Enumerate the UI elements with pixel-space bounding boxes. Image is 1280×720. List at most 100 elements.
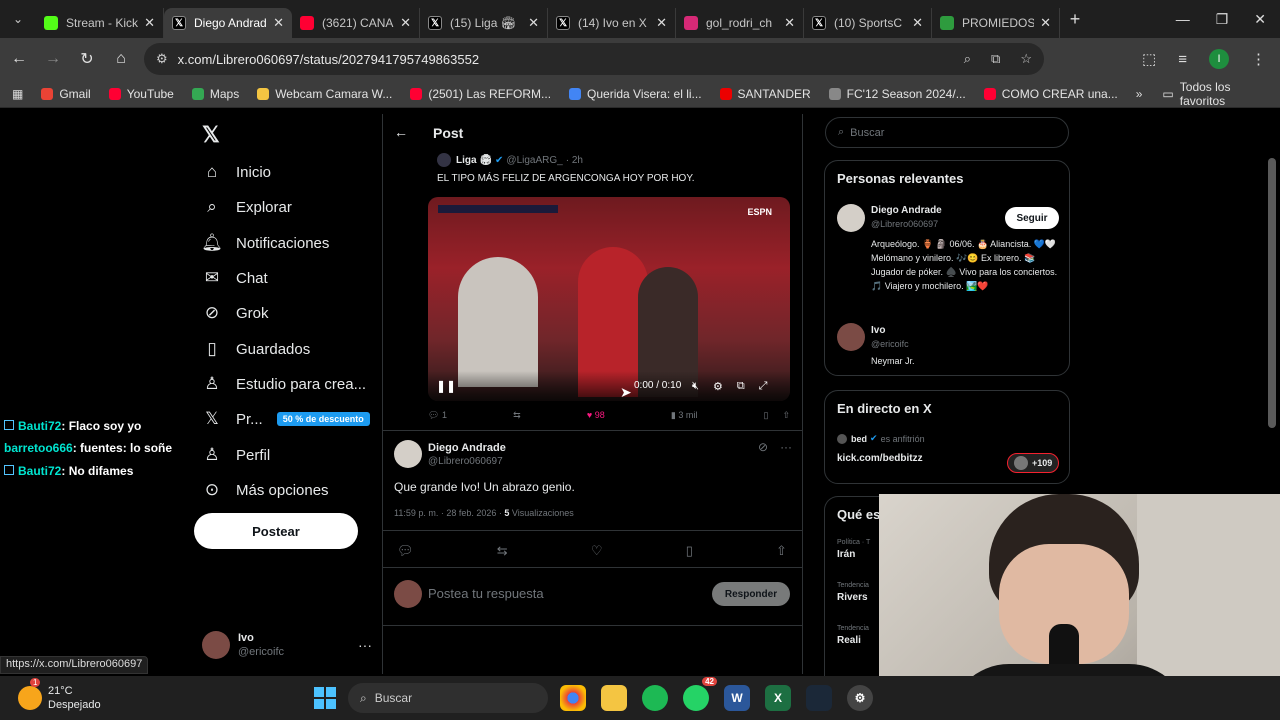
browser-tab[interactable]: PROMIEDOS ✕ (932, 8, 1060, 38)
bookmark-item[interactable]: FC'12 Season 2024/... (828, 87, 966, 101)
nav-notificaciones[interactable]: 🔔︎ Notificaciones (201, 226, 329, 260)
trend-item[interactable]: Tendencia Rivers (837, 582, 869, 603)
bookmark-item[interactable]: YouTube (108, 87, 174, 101)
excel-icon[interactable]: X (765, 685, 791, 711)
post-button[interactable]: Postear (194, 513, 358, 549)
share-icon[interactable]: ⇧ (776, 543, 787, 559)
nav-chat[interactable]: ✉ Chat (202, 261, 268, 295)
nav-inicio[interactable]: ⌂ Inicio (202, 155, 271, 189)
person-name[interactable]: Diego Andrade (871, 205, 942, 216)
chrome-icon[interactable] (560, 685, 586, 711)
browser-tab[interactable]: gol_rodri_ch ✕ (676, 8, 804, 38)
back-icon[interactable]: ← (4, 44, 34, 74)
bookmark-item[interactable]: SANTANDER (719, 87, 811, 101)
author-name[interactable]: Diego Andrade (428, 442, 506, 454)
post-timestamp[interactable]: 11:59 p. m. · 28 feb. 2026 · (394, 508, 504, 518)
steam-icon[interactable] (806, 685, 832, 711)
live-link[interactable]: kick.com/bedbitzz (837, 453, 923, 464)
browser-tab[interactable]: 𝕏 Diego Andrade ✕ (164, 8, 292, 38)
follow-button[interactable]: Seguir (1005, 207, 1059, 229)
back-arrow-icon[interactable]: ← (394, 124, 408, 140)
avatar[interactable] (837, 204, 865, 232)
reply-icon[interactable]: 💬︎ (397, 543, 414, 559)
all-bookmarks-folder[interactable]: ▭ Todos los favoritos (1162, 80, 1270, 108)
site-info-icon[interactable]: ⚙ (156, 51, 168, 67)
close-tab-icon[interactable]: ✕ (784, 15, 795, 31)
url-bar[interactable]: ⚙ x.com/Librero060697/status/20279417957… (144, 43, 1044, 75)
more-dots-icon[interactable]: ··· (358, 637, 372, 653)
browser-tab[interactable]: Stream - Kick ✕ (36, 8, 164, 38)
new-tab-button[interactable]: + (1060, 9, 1090, 30)
views-action[interactable]: ▮ 3 mil (671, 410, 697, 421)
bookmark-icon[interactable]: ▯ (686, 543, 693, 559)
forward-icon[interactable]: → (38, 44, 68, 74)
like-action[interactable]: ♥ 98 (587, 410, 605, 421)
avatar[interactable] (837, 323, 865, 351)
close-tab-icon[interactable]: ✕ (400, 15, 411, 31)
zoom-icon[interactable]: ⌕ (964, 51, 971, 67)
bookmark-item[interactable]: (2501) Las REFORM... (410, 87, 551, 101)
restore-icon[interactable]: ❐ (1216, 11, 1229, 28)
repost-icon[interactable]: ⇆ (497, 543, 508, 559)
live-host[interactable]: bed ✔ es anfitrión (837, 433, 925, 444)
trend-item[interactable]: Política · T Irán (837, 539, 870, 560)
nav-grok[interactable]: ⊘ Grok (202, 296, 269, 330)
video-player[interactable]: ESPN ❚❚ 0:00 / 0:10 🔇︎ ⚙ ⧉ ⤢ (428, 197, 790, 401)
repost-icon[interactable]: ⇆ (513, 410, 521, 421)
close-tab-icon[interactable]: ✕ (1040, 15, 1051, 31)
avatar[interactable] (394, 440, 422, 468)
file-explorer-icon[interactable] (601, 685, 627, 711)
settings-gear-icon[interactable]: ⚙ (713, 380, 723, 393)
nav-explorar[interactable]: ⌕ Explorar (202, 190, 292, 224)
profile-avatar[interactable]: I (1209, 49, 1229, 69)
spotify-icon[interactable] (642, 685, 668, 711)
home-icon[interactable]: ⌂ (106, 44, 136, 74)
bookmark-item[interactable]: Querida Visera: el li... (569, 87, 702, 101)
settings-gear-icon[interactable]: ⚙ (847, 685, 873, 711)
bookmark-item[interactable]: Gmail (41, 87, 91, 101)
install-app-icon[interactable]: ⧉ (991, 51, 1000, 67)
page-scrollbar[interactable] (1268, 158, 1276, 428)
pip-icon[interactable]: ⧉ (737, 380, 745, 393)
search-input[interactable]: ⌕ Buscar (825, 117, 1069, 148)
weather-widget[interactable]: 1 21°C Despejado (18, 678, 138, 712)
nav-guardados[interactable]: ▯ Guardados (202, 332, 310, 366)
apps-icon[interactable]: ▦ (12, 87, 23, 101)
whatsapp-icon[interactable]: 42 (683, 677, 717, 711)
bookmarks-overflow-icon[interactable]: » (1136, 87, 1143, 101)
mute-icon[interactable]: 🔇︎ (692, 380, 699, 393)
reload-icon[interactable]: ↻ (72, 44, 102, 74)
close-tab-icon[interactable]: ✕ (273, 15, 284, 31)
windows-start-icon[interactable] (314, 687, 336, 709)
bookmark-item[interactable]: Webcam Camara W... (257, 87, 392, 101)
person-handle[interactable]: @Librero060697 (871, 219, 938, 229)
quoted-post-header[interactable]: Liga 🏟 ✔ @LigaARG_ · 2h (437, 153, 583, 167)
minimize-icon[interactable]: — (1176, 11, 1190, 28)
heart-icon[interactable]: ♡ (591, 543, 603, 559)
browser-tab[interactable]: (3621) CANAL ✕ (292, 8, 420, 38)
fullscreen-icon[interactable]: ⤢ (759, 380, 768, 393)
nav-mas-opciones[interactable]: ⊙ Más opciones (202, 473, 329, 507)
media-control-icon[interactable]: ≡ (1178, 51, 1187, 68)
grok-analyze-icon[interactable]: ⊘ (758, 440, 768, 454)
close-tab-icon[interactable]: ✕ (656, 15, 667, 31)
taskbar-search[interactable]: ⌕ Buscar (348, 683, 548, 713)
word-icon[interactable]: W (724, 685, 750, 711)
bookmark-item[interactable]: COMO CREAR una... (983, 87, 1118, 101)
pause-icon[interactable]: ❚❚ (436, 379, 456, 393)
close-tab-icon[interactable]: ✕ (144, 15, 155, 31)
browser-tab[interactable]: 𝕏 (10) SportsC ✕ (804, 8, 932, 38)
close-window-icon[interactable]: ✕ (1254, 11, 1266, 28)
close-tab-icon[interactable]: ✕ (528, 15, 539, 31)
person-handle[interactable]: @ericoifc (871, 339, 909, 349)
bookmark-star-icon[interactable]: ☆ (1020, 51, 1032, 67)
x-logo-icon[interactable]: 𝕏 (202, 122, 220, 148)
browser-tab[interactable]: 𝕏 (15) Liga 🏟 ✕ (420, 8, 548, 38)
reply-action[interactable]: 💬︎ 1 (428, 410, 447, 421)
browser-tab[interactable]: 𝕏 (14) Ivo en X ✕ (548, 8, 676, 38)
account-switcher[interactable]: Ivo @ericoifc ··· (202, 629, 372, 661)
menu-icon[interactable]: ⋮ (1251, 50, 1266, 68)
reply-button[interactable]: Responder (712, 582, 790, 606)
share-icon[interactable]: ⇧ (782, 410, 790, 421)
more-dots-icon[interactable]: ··· (780, 440, 792, 454)
